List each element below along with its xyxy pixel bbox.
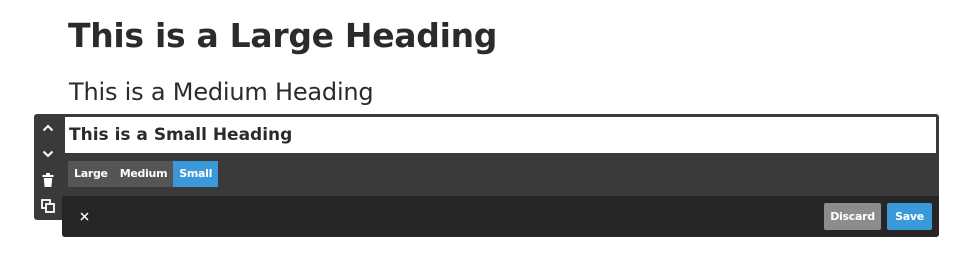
medium-heading[interactable]: This is a Medium Heading — [69, 76, 374, 108]
save-button[interactable]: Save — [887, 203, 932, 230]
chevron-down-icon — [42, 150, 54, 158]
chevron-up-icon — [42, 124, 54, 132]
delete-block-button[interactable] — [34, 168, 62, 192]
close-icon — [79, 211, 89, 221]
copy-icon — [41, 199, 55, 213]
editor-footer: Discard Save — [62, 196, 939, 237]
heading-size-selector: Large Medium Small — [68, 161, 219, 187]
size-option-large[interactable]: Large — [68, 161, 114, 187]
duplicate-block-button[interactable] — [34, 194, 62, 218]
large-heading[interactable]: This is a Large Heading — [68, 14, 497, 58]
block-side-toolbar — [34, 114, 62, 220]
page: This is a Large Heading This is a Medium… — [0, 0, 960, 269]
move-up-button[interactable] — [34, 116, 62, 140]
heading-editor: Large Medium Small Discard Save — [62, 114, 939, 237]
trash-icon — [42, 173, 54, 187]
close-button[interactable] — [76, 208, 92, 224]
size-option-small[interactable]: Small — [173, 161, 219, 187]
size-option-medium[interactable]: Medium — [113, 161, 174, 187]
heading-text-input[interactable] — [65, 117, 936, 153]
discard-button[interactable]: Discard — [824, 203, 881, 230]
move-down-button[interactable] — [34, 142, 62, 166]
